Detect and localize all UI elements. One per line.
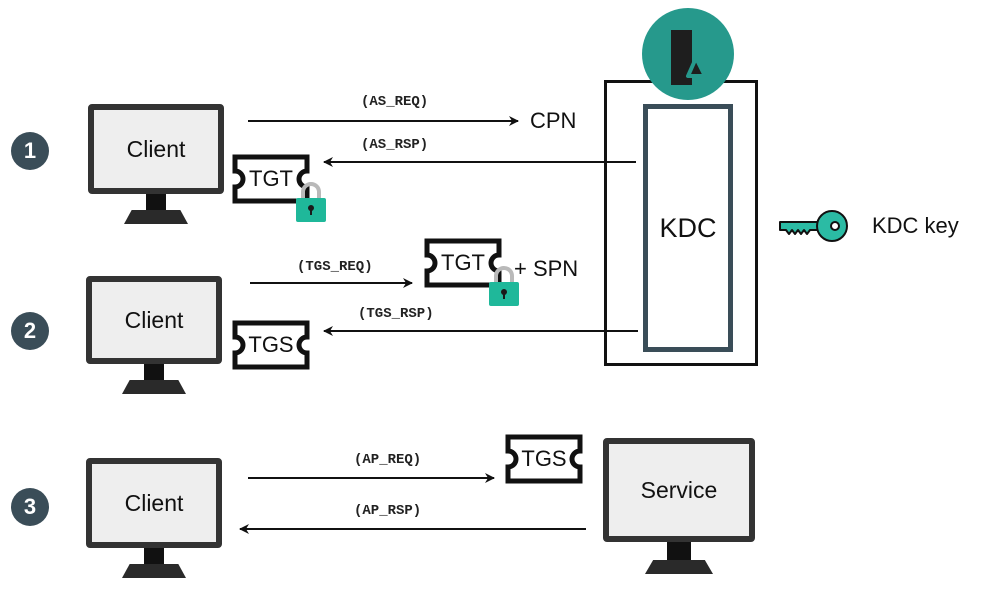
ticket-label: TGS	[521, 446, 567, 471]
as-req-label: (AS_REQ)	[361, 94, 429, 110]
tgs-req-label: (TGS_REQ)	[297, 259, 373, 275]
key-icon	[779, 210, 848, 242]
ap-rsp-label: (AP_RSP)	[354, 503, 422, 519]
ticket-label: TGS	[248, 332, 294, 357]
lock-icon	[296, 182, 326, 222]
tgs-rsp-label: (TGS_RSP)	[358, 306, 434, 322]
cpn-label: CPN	[530, 108, 577, 133]
spn-label: + SPN	[514, 256, 579, 281]
ticket-tgs-1: TGS	[232, 320, 310, 370]
ticket-tgs-2: TGS	[505, 434, 583, 484]
as-rsp-label: (AS_RSP)	[361, 137, 429, 153]
kdc-key-label: KDC key	[872, 213, 959, 238]
ap-req-label: (AP_REQ)	[354, 452, 422, 468]
lock-icon	[489, 266, 519, 306]
